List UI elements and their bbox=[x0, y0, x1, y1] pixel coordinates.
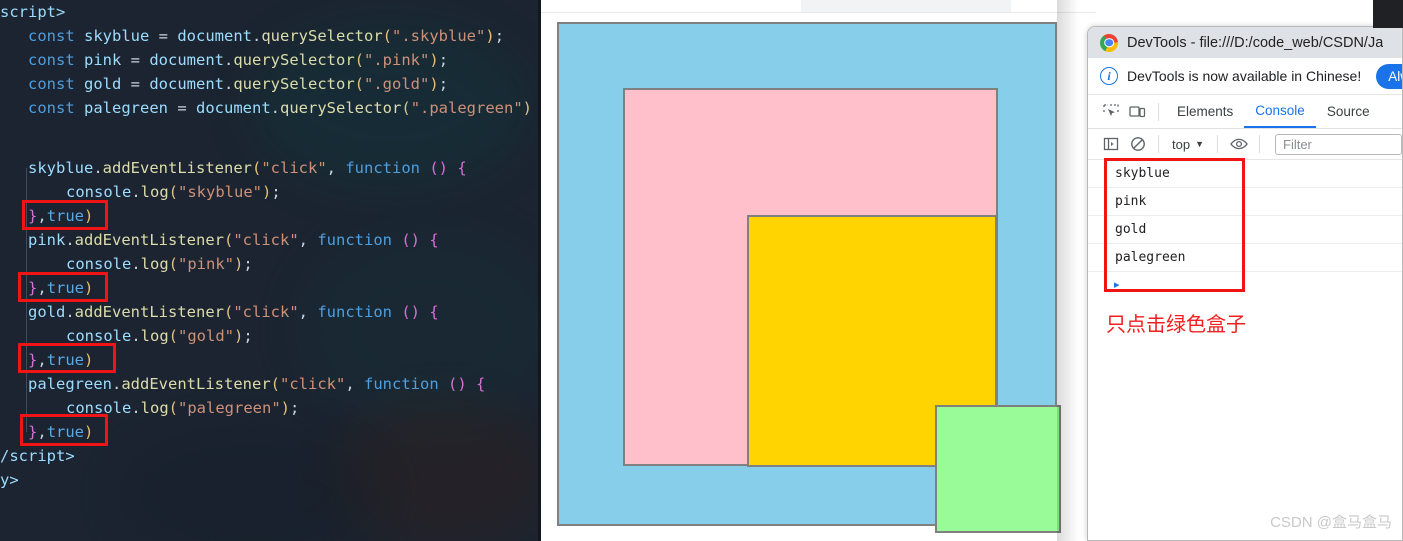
chevron-down-icon: ▼ bbox=[1195, 139, 1204, 149]
skyblue-box[interactable] bbox=[557, 22, 1061, 533]
code-line: const skyblue = document.querySelector("… bbox=[28, 27, 505, 45]
indent-guide bbox=[26, 312, 27, 384]
code-line-highlighted: },true) bbox=[28, 207, 94, 225]
tab-console[interactable]: Console bbox=[1244, 95, 1316, 128]
console-filter-input[interactable]: Filter bbox=[1275, 133, 1402, 155]
code-line: palegreen.addEventListener("click", func… bbox=[28, 375, 486, 393]
toolbar-separator bbox=[541, 12, 1096, 13]
editor-background-decoration bbox=[300, 230, 541, 430]
always-match-language-button[interactable]: Alw bbox=[1376, 63, 1402, 89]
console-message-list[interactable]: skyblue pink gold palegreen ▸ 只点击绿色盒子 CS… bbox=[1088, 158, 1402, 540]
code-line: console.log("skyblue"); bbox=[66, 183, 281, 201]
palegreen-box[interactable] bbox=[935, 405, 1061, 533]
code-line: script> bbox=[0, 3, 66, 21]
code-line: const gold = document.querySelector(".go… bbox=[28, 75, 449, 93]
browser-tab-strip bbox=[541, 0, 1096, 12]
code-line: gold.addEventListener("click", function … bbox=[28, 303, 439, 321]
device-toolbar-icon[interactable] bbox=[1124, 98, 1151, 125]
window-dark-corner bbox=[1373, 0, 1403, 28]
indent-guide bbox=[26, 168, 27, 240]
console-sidebar-icon[interactable] bbox=[1097, 131, 1124, 158]
gold-box[interactable] bbox=[747, 215, 1061, 533]
watermark: CSDN @盒马盒马 bbox=[1270, 514, 1392, 531]
info-icon: i bbox=[1100, 67, 1118, 85]
console-message-row: palegreen bbox=[1088, 244, 1402, 272]
devtools-window-title: DevTools - file:///D:/code_web/CSDN/Ja bbox=[1127, 34, 1384, 51]
toolbar-divider bbox=[1259, 135, 1260, 153]
code-line: console.log("pink"); bbox=[66, 255, 253, 273]
devtools-locale-notice: i DevTools is now available in Chinese! … bbox=[1088, 58, 1402, 95]
indent-guide bbox=[26, 240, 27, 312]
code-line: skyblue.addEventListener("click", functi… bbox=[28, 159, 467, 177]
code-line-highlighted: },true) bbox=[28, 351, 94, 369]
browser-page-pane[interactable] bbox=[541, 0, 1096, 541]
console-message-row: gold bbox=[1088, 216, 1402, 244]
code-line: pink.addEventListener("click", function … bbox=[28, 231, 439, 249]
console-message-row: skyblue bbox=[1088, 160, 1402, 188]
tab-elements[interactable]: Elements bbox=[1166, 95, 1244, 128]
eye-icon[interactable] bbox=[1225, 131, 1252, 158]
inspect-element-icon[interactable] bbox=[1097, 98, 1124, 125]
notice-text: DevTools is now available in Chinese! bbox=[1127, 68, 1362, 84]
devtools-window[interactable]: DevTools - file:///D:/code_web/CSDN/Ja i… bbox=[1087, 26, 1403, 541]
code-line-highlighted: },true) bbox=[28, 279, 94, 297]
code-line-highlighted: },true) bbox=[28, 423, 94, 441]
console-prompt-caret[interactable]: ▸ bbox=[1114, 278, 1120, 291]
chrome-logo-icon bbox=[1100, 33, 1118, 52]
toolbar-divider bbox=[1217, 135, 1218, 153]
browser-tab[interactable] bbox=[801, 0, 1011, 12]
code-line: console.log("palegreen"); bbox=[66, 399, 300, 417]
code-line: y> bbox=[0, 471, 19, 489]
execution-context-select[interactable]: top ▼ bbox=[1166, 137, 1210, 152]
screenshot-root: script> const skyblue = document.querySe… bbox=[0, 0, 1403, 541]
pink-box[interactable] bbox=[623, 88, 1061, 533]
clear-console-icon[interactable] bbox=[1124, 131, 1151, 158]
execution-context-value: top bbox=[1172, 136, 1191, 152]
toolbar-divider bbox=[1158, 102, 1159, 121]
devtools-title-bar[interactable]: DevTools - file:///D:/code_web/CSDN/Ja bbox=[1088, 27, 1402, 58]
devtools-tab-bar[interactable]: Elements Console Source bbox=[1088, 95, 1402, 129]
annotation-text: 只点击绿色盒子 bbox=[1106, 312, 1246, 336]
code-editor-pane[interactable]: script> const skyblue = document.querySe… bbox=[0, 0, 541, 541]
code-line: const palegreen = document.querySelector… bbox=[28, 99, 533, 117]
tab-sources[interactable]: Source bbox=[1316, 95, 1381, 128]
indent-guide bbox=[26, 384, 27, 432]
console-toolbar[interactable]: top ▼ Filter bbox=[1088, 129, 1402, 160]
toolbar-divider bbox=[1158, 135, 1159, 153]
code-line: const pink = document.querySelector(".pi… bbox=[28, 51, 449, 69]
code-line: /script> bbox=[0, 447, 75, 465]
code-line: console.log("gold"); bbox=[66, 327, 253, 345]
console-message-row: pink bbox=[1088, 188, 1402, 216]
